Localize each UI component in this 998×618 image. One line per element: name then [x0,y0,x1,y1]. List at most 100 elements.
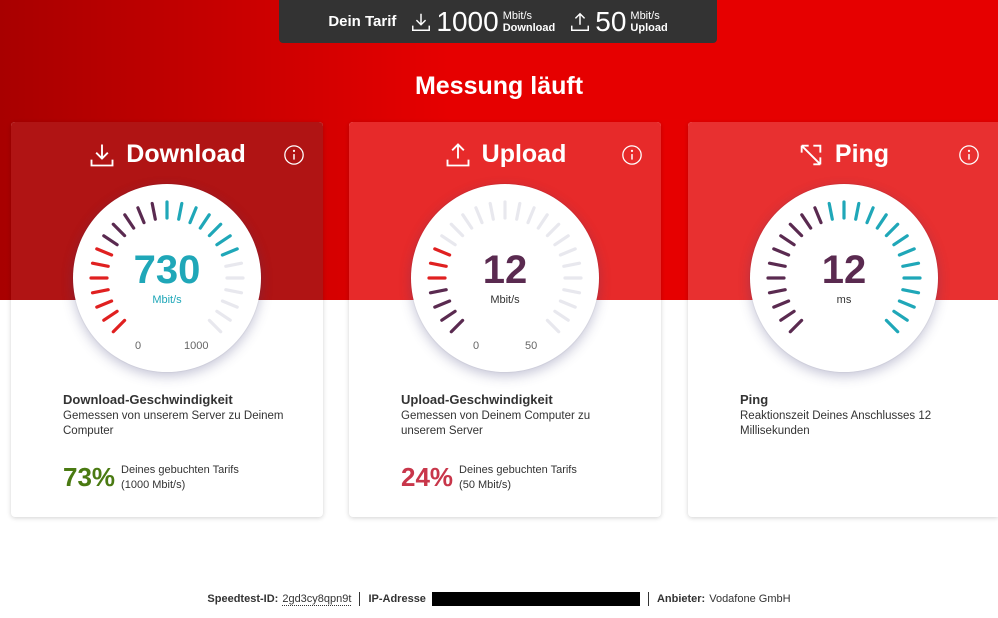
ping-gauge-tick [813,206,823,225]
download-gauge-tick [111,318,127,334]
upload-gauge-tick [440,234,457,247]
ping-desc: Reaktionszeit Deines Anschlusses 12 Mill… [740,410,932,437]
download-unit: Mbit/s [152,294,182,306]
upload-unit: Mbit/s [490,294,520,306]
ping-value: 12 [821,248,867,292]
upload-gauge-tick [553,234,570,247]
upload-heading: Upload [349,140,661,169]
upload-icon [446,142,470,166]
ping-heading-label: Ping [834,140,890,168]
speedtest-id-label: Speedtest-ID: [207,593,279,605]
download-gauge-tick [207,222,223,238]
download-gauge-tick [207,318,223,334]
ping-gauge-tick [788,318,804,334]
upload-pct-desc-1: Deines gebuchten Tarifs [459,463,577,476]
ip-address-label: IP-Adresse [368,593,426,605]
footer-separator [359,592,361,606]
provider-name: Vodafone GmbH [709,593,791,605]
ping-gauge-tick [779,309,796,322]
speedtest-id[interactable]: 2gd3cy8qpn9t [282,593,352,606]
download-percentage: 73% Deines gebuchten Tarifs (1000 Mbit/s) [63,462,239,493]
download-pct-desc-1: Deines gebuchten Tarifs [121,463,239,476]
download-pct-desc-2: (1000 Mbit/s) [121,478,186,491]
ping-gauge-tick [779,234,796,247]
upload-icon [571,12,590,31]
upload-gauge-tick [449,318,465,334]
download-icon [412,13,431,31]
ping-title: Ping [740,392,769,407]
footer-separator [647,592,649,606]
ping-gauge-tick [892,234,909,247]
ping-gauge-tick [865,206,875,225]
ping-gauge-tick [875,213,888,230]
ping-gauge-tick [884,318,900,334]
provider-label: Anbieter: [656,593,706,605]
page-title: Messung läuft [414,72,584,100]
ping-card: Ping 12 ms Ping Reaktionszeit Deines Ans… [688,122,998,517]
ping-gauge-tick [827,201,834,221]
upload-gauge-tick [440,309,457,322]
download-value: 730 [133,248,201,292]
download-gauge: 730 Mbit/s 0 1000 [73,184,261,372]
tariff-upload-unit: Mbit/s [630,9,660,22]
ping-gauge-tick [854,201,861,221]
tariff-download-unit: Mbit/s [502,9,533,22]
ping-gauge-tick [884,222,900,238]
tariff-upload-label: Upload [630,21,668,34]
ping-gauge-tick [800,213,813,230]
download-text: Download-Geschwindigkeit Gemessen von un… [63,392,293,439]
download-pct: 73% [63,462,116,492]
download-gauge-tick [198,213,211,230]
upload-gauge-tick [545,318,561,334]
download-gauge-tick [150,201,157,221]
ping-unit: ms [836,294,852,306]
download-scale-max: 1000 [184,340,209,352]
ping-heading: Ping [688,140,998,169]
upload-gauge-tick [545,222,561,238]
upload-scale-max: 50 [525,340,538,352]
download-gauge-tick [111,222,127,238]
upload-gauge-tick [449,222,465,238]
download-gauge-tick [102,234,119,247]
info-icon[interactable] [621,144,643,166]
upload-desc: Gemessen von Deinem Computer zu unserem … [401,410,591,437]
upload-gauge-tick [553,309,570,322]
download-scale-min: 0 [135,340,142,352]
download-heading: Download [11,140,323,169]
download-desc: Gemessen von unserem Server zu Deinem Co… [63,410,284,437]
upload-gauge-tick [515,201,522,221]
tariff-bar: Dein Tarif 1000 Mbit/s Download 50 Mbit/s… [279,0,717,43]
download-title: Download-Geschwindigkeit [63,392,233,407]
upload-percentage: 24% Deines gebuchten Tarifs (50 Mbit/s) [401,462,577,493]
ip-address-redacted [431,592,640,606]
upload-gauge: 12 Mbit/s 0 50 [411,184,599,372]
ping-gauge-tick [788,222,804,238]
upload-card: Upload 12 Mbit/s 0 50 Upload-Geschwindig… [349,122,661,517]
download-gauge-tick [136,206,146,225]
tariff-upload-value: 50 [595,5,627,37]
download-gauge-tick [215,234,232,247]
upload-title: Upload-Geschwindigkeit [401,392,553,407]
ping-text: Ping Reaktionszeit Deines Anschlusses 12… [740,392,970,439]
download-gauge-tick [177,201,184,221]
upload-heading-label: Upload [481,140,567,168]
tariff-upload: 50 Mbit/s Upload [569,5,668,37]
tariff-download-label: Download [502,21,556,34]
tariff-label: Dein Tarif [328,13,397,30]
upload-gauge-tick [461,213,474,230]
ping-gauge-tick [892,309,909,322]
upload-gauge-tick [474,206,484,225]
upload-text: Upload-Geschwindigkeit Gemessen von Dein… [401,392,631,439]
download-gauge-tick [188,206,198,225]
info-icon[interactable] [283,144,305,166]
ping-gauge: 12 ms [750,184,938,372]
tariff-download: 1000 Mbit/s Download [410,7,556,36]
upload-scale-min: 0 [473,340,480,352]
info-icon[interactable] [958,144,980,166]
upload-pct: 24% [401,462,454,492]
download-card: Download 730 Mbit/s 0 1000 Download-Gesc… [11,122,323,517]
download-gauge-tick [215,309,232,322]
download-heading-label: Download [126,140,246,168]
download-gauge-tick [123,213,136,230]
download-icon [90,144,114,166]
